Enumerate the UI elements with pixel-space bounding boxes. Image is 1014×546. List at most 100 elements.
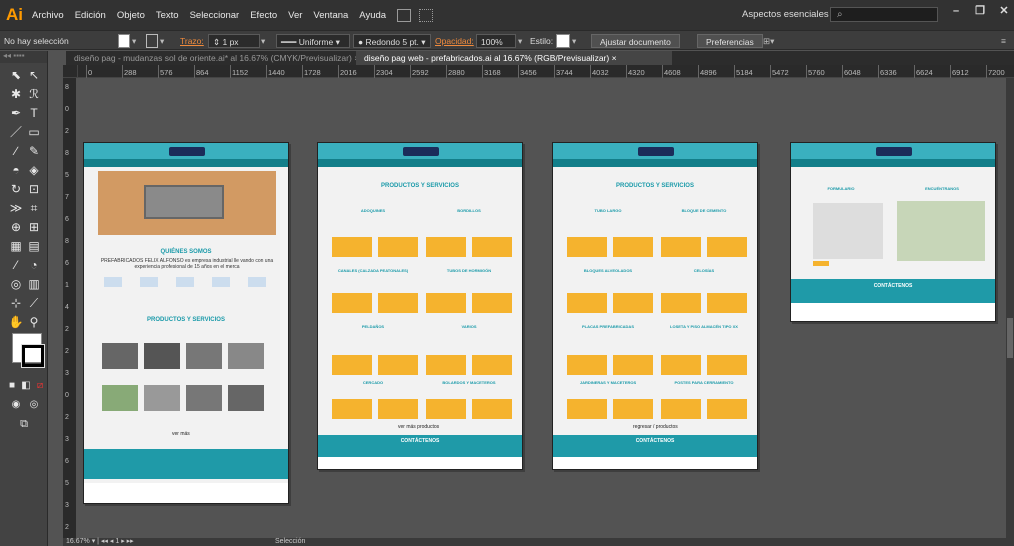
stroke-weight-dropdown-icon[interactable]: ▾ [261, 34, 265, 48]
ruler-tick [374, 65, 375, 78]
menu-texto[interactable]: Texto [156, 10, 179, 21]
stroke-label[interactable]: Trazo: [180, 34, 204, 48]
column-graph-tool-icon[interactable]: ▥ [26, 276, 42, 292]
bridge-icon[interactable] [397, 8, 412, 22]
more-link[interactable]: ver más [172, 431, 190, 437]
stroke-swatch[interactable] [146, 34, 158, 48]
zoom-level[interactable]: 16.67% ▾ | ◂◂ ◂ 1 ▸ ▸▸ [66, 538, 134, 546]
draw-mode-icon[interactable]: ◉ [8, 397, 24, 413]
opacity-label[interactable]: Opacidad: [435, 34, 474, 48]
scale-tool-icon[interactable]: ⊡ [26, 181, 42, 197]
zoom-tool-icon[interactable]: ⚲ [26, 314, 42, 330]
free-transform-tool-icon[interactable]: ⌗ [26, 200, 42, 216]
ruler-origin[interactable] [63, 65, 78, 78]
menu-ventana[interactable]: Ventana [313, 10, 348, 21]
fill-swatch[interactable] [118, 34, 130, 48]
vertical-ruler[interactable]: 8 0 2 8 5 7 6 8 6 1 4 2 2 3 0 2 3 6 5 3 2 [63, 78, 76, 538]
fill-dropdown-icon[interactable]: ▾ [132, 34, 136, 48]
feature-icon [248, 277, 266, 287]
close-icon[interactable]: × [612, 53, 617, 63]
rectangle-tool-icon[interactable]: ▭ [26, 124, 42, 140]
close-button[interactable]: ✕ [992, 3, 1014, 19]
style-dropdown-icon[interactable]: ▾ [572, 34, 576, 48]
eraser-tool-icon[interactable]: ◈ [26, 162, 42, 178]
back-products-link[interactable]: regresar / productos [633, 424, 678, 430]
menu-ver[interactable]: Ver [288, 10, 302, 21]
opacity-dropdown-icon[interactable]: ▾ [518, 34, 522, 48]
vertical-scrollbar[interactable] [1006, 78, 1014, 538]
symbol-sprayer-tool-icon[interactable]: ◎ [8, 276, 24, 292]
draw-inside-icon[interactable]: ◎ [26, 397, 42, 413]
direct-selection-tool-icon[interactable]: ↖ [26, 67, 42, 83]
blob-brush-tool-icon[interactable]: ◓ [8, 162, 24, 178]
opacity-field[interactable]: 100% [476, 34, 516, 48]
pencil-tool-icon[interactable]: ✎ [26, 143, 42, 159]
menu-seleccionar[interactable]: Seleccionar [190, 10, 240, 21]
perspective-grid-tool-icon[interactable]: ⊞ [26, 219, 42, 235]
contact-form[interactable] [813, 203, 883, 259]
pen-tool-icon[interactable]: ✒ [8, 105, 24, 121]
blend-tool-icon[interactable]: ◔ [26, 257, 42, 273]
stroke-color-box[interactable] [21, 344, 45, 368]
artboard-contacto[interactable]: FORMULARIO ENCUÉNTRANOS CONTÁCTENOS [790, 142, 996, 322]
panel-menu-icon[interactable]: ≡ [1001, 34, 1006, 48]
artboard-tool-icon[interactable]: ⊹ [8, 295, 24, 311]
slice-tool-icon[interactable]: ⟋ [26, 295, 42, 311]
menu-edicion[interactable]: Edición [75, 10, 106, 21]
search-input[interactable]: ⌕ [830, 7, 938, 22]
gradient-tool-icon[interactable]: ▤ [26, 238, 42, 254]
feature-icon [176, 277, 194, 287]
menu-ayuda[interactable]: Ayuda [359, 10, 386, 21]
horizontal-ruler[interactable]: 0 288 576 864 1152 1440 1728 2016 2304 2592 2880 31… [78, 65, 1014, 78]
site-logo [403, 147, 439, 156]
variable-width-profile[interactable]: ━━━ Uniforme ▾ [276, 34, 350, 48]
align-icon[interactable]: ⊞▾ [763, 34, 774, 48]
artboard-inicio[interactable]: QUIÉNES SOMOS PREFABRICADOS FELIX ALFONS… [83, 142, 289, 504]
maximize-button[interactable]: ❐ [968, 3, 992, 19]
artboard-productos[interactable]: PRODUCTOS Y SERVICIOS ADOQUINES BORDILLO… [317, 142, 523, 470]
none-mode-icon[interactable]: ⧄ [32, 378, 48, 394]
mesh-tool-icon[interactable]: ▦ [8, 238, 24, 254]
preferences-button[interactable]: Preferencias [697, 34, 763, 48]
tab-prefabricados[interactable]: diseño pag web - prefabricados.ai al 16.… [356, 51, 672, 65]
site-footer-bottom [553, 457, 757, 469]
screen-mode-icon[interactable]: ⧉ [16, 416, 32, 432]
more-products-link[interactable]: ver más productos [398, 424, 439, 430]
menu-efecto[interactable]: Efecto [250, 10, 277, 21]
vertical-scrollbar-thumb[interactable] [1007, 318, 1013, 358]
workspace-switcher[interactable]: Aspectos esenciales ▾ [742, 9, 836, 20]
ruler-label: 3744 [556, 68, 573, 77]
graphic-style-swatch[interactable] [556, 34, 570, 48]
send-button[interactable] [813, 261, 829, 266]
brush-definition[interactable]: ● Redondo 5 pt. ▾ [353, 34, 431, 48]
menu-archivo[interactable]: Archivo [32, 10, 64, 21]
artboard-productos-2[interactable]: PRODUCTOS Y SERVICIOS TUBO LARGO BLOQUE … [552, 142, 758, 470]
paintbrush-tool-icon[interactable]: ∕ [8, 143, 24, 159]
site-footer [84, 449, 288, 479]
stroke-weight-field[interactable]: ⇕ 1 px [208, 34, 260, 48]
shape-builder-tool-icon[interactable]: ⊕ [8, 219, 24, 235]
ruler-label: 4896 [700, 68, 717, 77]
tools-panel-handle[interactable]: ◂◂ ▪▪▪▪ [0, 51, 47, 63]
selection-tool-icon[interactable]: ⬉ [8, 67, 24, 83]
canvas[interactable]: QUIÉNES SOMOS PREFABRICADOS FELIX ALFONS… [78, 78, 1014, 538]
lasso-tool-icon[interactable]: ℛ [26, 86, 42, 102]
eyedropper-tool-icon[interactable]: ⁄ [8, 257, 24, 273]
ruler-label: 5760 [808, 68, 825, 77]
product-image [378, 355, 418, 375]
magic-wand-tool-icon[interactable]: ✱ [8, 86, 24, 102]
arrange-documents-icon[interactable] [419, 8, 434, 22]
line-tool-icon[interactable]: ／ [8, 124, 24, 140]
tab-mudanzas[interactable]: diseño pag - mudanzas sol de oriente.ai*… [66, 51, 359, 65]
horizontal-scrollbar[interactable] [63, 538, 1014, 546]
fit-document-button[interactable]: Ajustar documento [591, 34, 680, 48]
minimize-button[interactable]: – [944, 3, 968, 19]
stroke-dropdown-icon[interactable]: ▾ [160, 34, 164, 48]
type-tool-icon[interactable]: T [26, 105, 42, 121]
warp-tool-icon[interactable]: ≫ [8, 200, 24, 216]
product-name: PLACAS PREFABRICADAS [581, 324, 634, 329]
hand-tool-icon[interactable]: ✋ [8, 314, 24, 330]
rotate-tool-icon[interactable]: ↻ [8, 181, 24, 197]
menu-objeto[interactable]: Objeto [117, 10, 145, 21]
ruler-label: 3 [65, 370, 69, 377]
